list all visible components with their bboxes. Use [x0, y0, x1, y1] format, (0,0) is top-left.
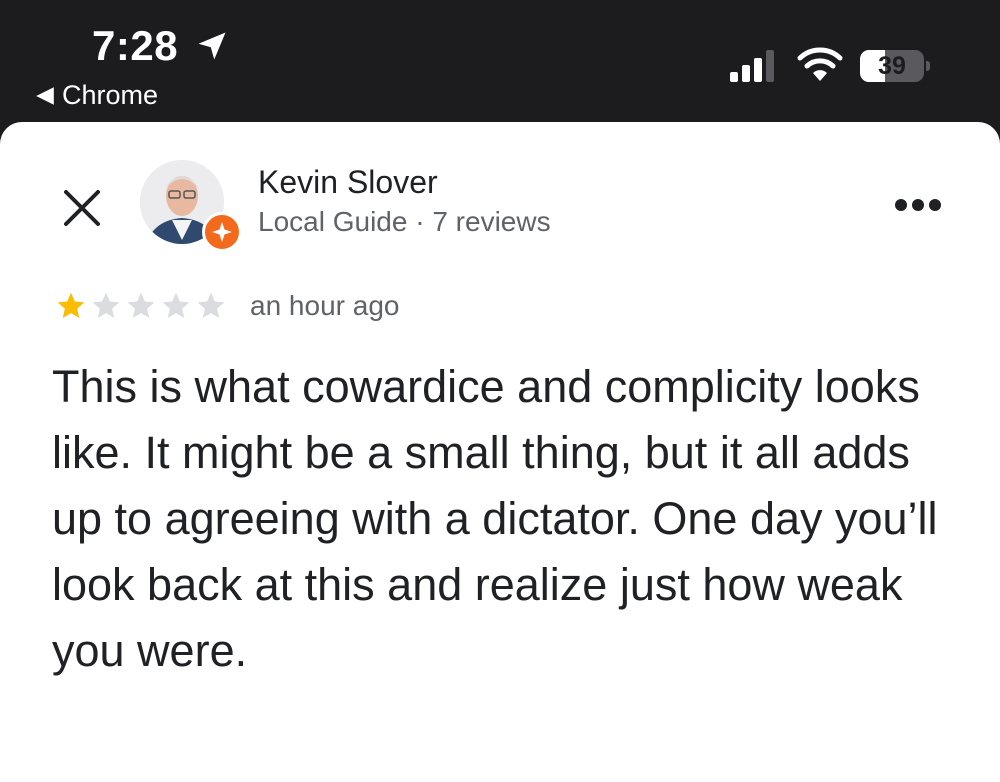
local-guide-badge-icon — [202, 212, 242, 252]
more-options-icon[interactable] — [894, 196, 942, 214]
star-empty-icon — [162, 292, 190, 318]
star-empty-icon — [92, 292, 120, 318]
avatar[interactable] — [140, 160, 242, 252]
back-to-app-link[interactable]: Chrome — [34, 80, 158, 111]
star-rating — [54, 290, 228, 322]
review-text: This is what cowardice and complicity lo… — [52, 361, 938, 676]
battery-percentage: 39 — [878, 52, 906, 80]
status-time: 7:28 — [92, 22, 179, 69]
back-triangle-icon — [36, 86, 54, 105]
back-app-label: Chrome — [62, 80, 159, 110]
battery-icon: 39 — [860, 50, 930, 82]
close-icon[interactable] — [62, 188, 102, 228]
review-sheet: Kevin Slover Local Guide · 7 reviews an … — [0, 122, 1000, 782]
star-empty-icon — [197, 292, 225, 318]
status-bar: 7:28 Chrome 39 — [0, 0, 1000, 124]
wifi-icon — [797, 47, 843, 81]
rating-row: an hour ago — [54, 290, 399, 322]
star-filled-icon — [57, 292, 85, 318]
review-time: an hour ago — [250, 290, 400, 321]
reviewer-name[interactable]: Kevin Slover — [258, 164, 438, 201]
reviewer-subtitle: Local Guide · 7 reviews — [258, 206, 551, 237]
star-empty-icon — [127, 292, 155, 318]
location-arrow-icon — [198, 32, 226, 60]
cellular-signal-icon — [730, 50, 774, 82]
